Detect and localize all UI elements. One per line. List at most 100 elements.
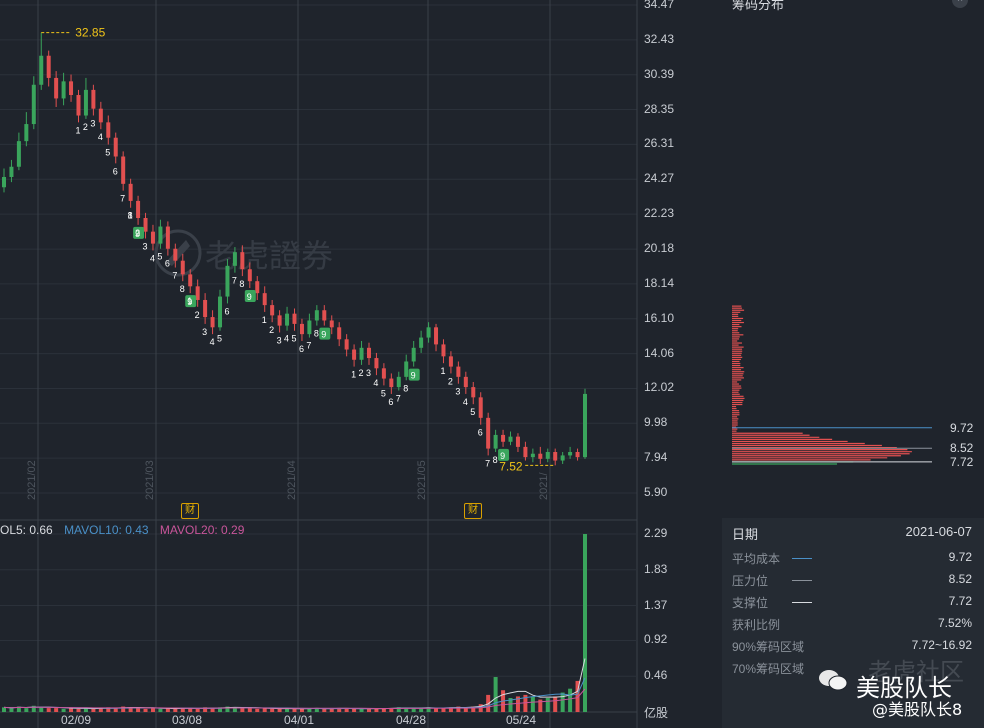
sequence-label: 6 bbox=[165, 259, 170, 269]
volume-bar bbox=[39, 707, 43, 712]
candle-body bbox=[293, 314, 297, 324]
candle-body bbox=[240, 252, 244, 269]
volume-bar bbox=[151, 708, 155, 712]
sequence-label: 5 bbox=[381, 388, 386, 398]
candle-body bbox=[509, 437, 513, 442]
candle-body bbox=[84, 90, 88, 116]
volume-bar bbox=[24, 708, 28, 712]
price-tick: 14.06 bbox=[644, 346, 674, 360]
candle-body bbox=[471, 387, 475, 397]
price-tick: 18.14 bbox=[644, 276, 674, 290]
candle-body bbox=[2, 177, 6, 187]
candle-body bbox=[561, 455, 565, 460]
volume-bar bbox=[76, 709, 80, 712]
date-tick: 04/01 bbox=[284, 713, 314, 727]
candle-body bbox=[382, 368, 386, 378]
chip-level-label: 7.72 bbox=[950, 455, 974, 469]
volume-bar bbox=[300, 709, 304, 712]
candle-body bbox=[427, 327, 431, 337]
volume-bar bbox=[270, 709, 274, 712]
candle-body bbox=[315, 310, 319, 320]
sequence-label: 7 bbox=[172, 271, 177, 281]
chip-level-label: 8.52 bbox=[950, 441, 974, 455]
candle-body bbox=[494, 435, 498, 449]
candle-body bbox=[464, 377, 468, 387]
sequence-label: 5 bbox=[292, 334, 297, 344]
date-label: 日期 bbox=[732, 524, 758, 543]
sequence-label: 2 bbox=[83, 122, 88, 132]
candle-body bbox=[449, 356, 453, 366]
wechat-icon bbox=[818, 668, 848, 692]
candle-body bbox=[322, 310, 326, 320]
chart-grid bbox=[0, 0, 637, 728]
date-tick: 04/28 bbox=[396, 713, 426, 727]
candle-body bbox=[91, 90, 95, 109]
candle-body bbox=[576, 452, 580, 457]
candle-body bbox=[397, 377, 401, 387]
candle-body bbox=[263, 293, 267, 305]
mavol-line bbox=[4, 678, 585, 709]
price-tick: 20.18 bbox=[644, 241, 674, 255]
sequence-label: 2 bbox=[135, 228, 140, 238]
volume-bar bbox=[583, 534, 587, 712]
price-tick: 16.10 bbox=[644, 311, 674, 325]
sequence-label: 1 bbox=[128, 211, 133, 221]
sequence-label: 3 bbox=[202, 327, 207, 337]
financial-badge-may[interactable]: 财 bbox=[464, 503, 482, 519]
sequence-label: 3 bbox=[455, 387, 460, 397]
candle-body bbox=[270, 305, 274, 315]
candle-body bbox=[136, 201, 140, 218]
sequence-label: 8 bbox=[314, 329, 319, 339]
candle-body bbox=[225, 266, 229, 297]
candle-body bbox=[337, 327, 341, 339]
candle-body bbox=[99, 109, 103, 123]
volume-bar bbox=[196, 709, 200, 712]
volume-bar bbox=[2, 707, 6, 712]
candle-body bbox=[129, 184, 133, 201]
volume-bar bbox=[531, 696, 535, 712]
volume-bar bbox=[330, 709, 334, 712]
candle-body bbox=[285, 314, 289, 326]
candle-body bbox=[486, 418, 490, 449]
volume-bar bbox=[561, 693, 565, 712]
financial-badge-mar[interactable]: 财 bbox=[181, 503, 199, 519]
pressure-row: 压力位 8.52 bbox=[732, 572, 972, 590]
candle-body bbox=[307, 320, 311, 334]
candle-body bbox=[62, 81, 66, 98]
candle-body bbox=[144, 218, 148, 232]
candle-body bbox=[114, 138, 118, 157]
volume-bar bbox=[367, 709, 371, 712]
candle-body bbox=[546, 452, 550, 459]
volume-bar bbox=[62, 709, 66, 712]
volume-bar bbox=[54, 708, 58, 712]
candle-body bbox=[196, 286, 200, 300]
candle-body bbox=[300, 324, 304, 334]
price-tick: 28.35 bbox=[644, 102, 674, 116]
sequence-label: 8 bbox=[239, 279, 244, 289]
watermark-line3: @美股队长8 bbox=[872, 696, 962, 720]
profit-ratio-row: 获利比例 7.52% bbox=[732, 616, 972, 634]
candle-body bbox=[374, 358, 378, 368]
chip-level-label: 9.72 bbox=[950, 421, 974, 435]
sequence-label: 7 bbox=[232, 276, 237, 286]
candle-body bbox=[54, 78, 58, 98]
sequence-label: 2 bbox=[195, 310, 200, 320]
candle-body bbox=[39, 56, 43, 85]
month-label: 2021/03 bbox=[144, 460, 156, 500]
month-label: 2021/04 bbox=[286, 460, 298, 500]
candle-body bbox=[523, 447, 527, 457]
sequence-label: 7 bbox=[485, 458, 490, 468]
sequence-label: 4 bbox=[373, 378, 378, 388]
candle-body bbox=[166, 227, 170, 249]
volume-tick: 1.83 bbox=[644, 562, 667, 576]
sequence-label: 3 bbox=[143, 241, 148, 251]
candle-body bbox=[568, 452, 572, 455]
price-tick: 5.90 bbox=[644, 485, 667, 499]
candle-body bbox=[404, 361, 408, 376]
volume-tick: 0.46 bbox=[644, 668, 667, 682]
sequence-label: 1 bbox=[187, 296, 192, 306]
candle-body bbox=[211, 317, 215, 327]
candle-body bbox=[255, 281, 259, 293]
candle-body bbox=[69, 81, 73, 95]
sequence-label: 5 bbox=[470, 407, 475, 417]
